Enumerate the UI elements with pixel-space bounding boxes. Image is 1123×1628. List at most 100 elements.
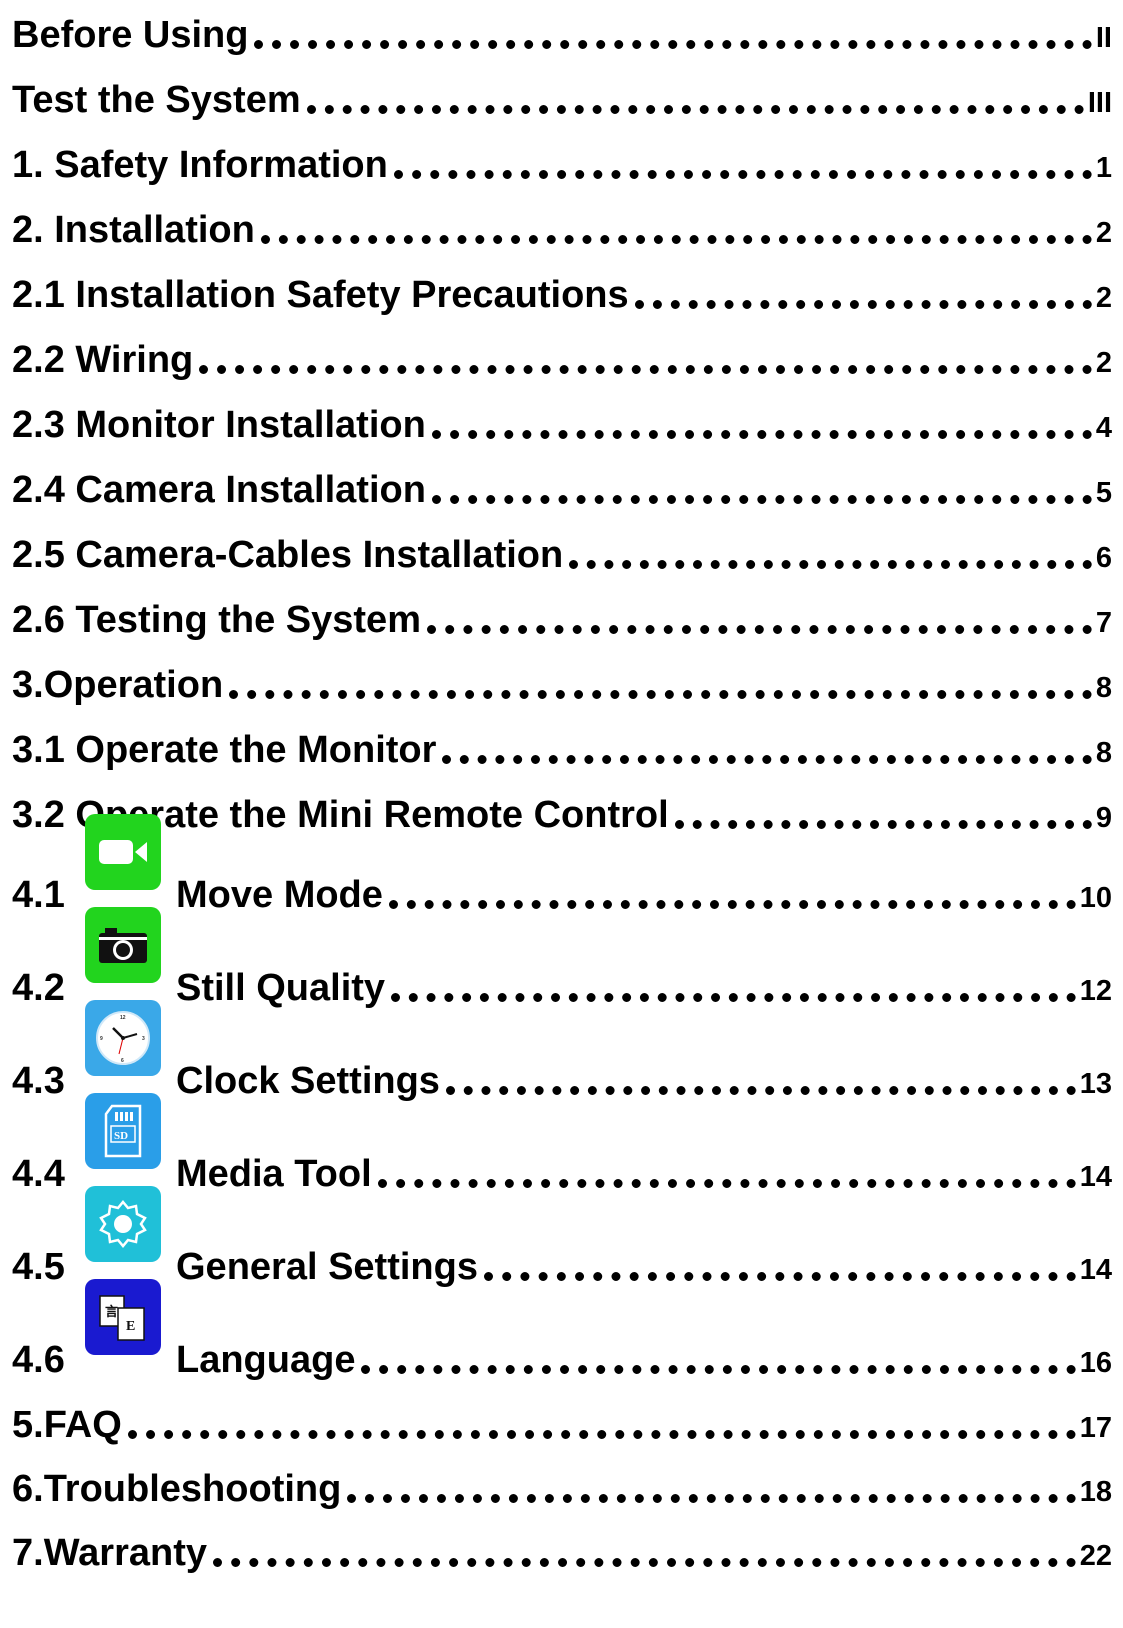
toc-entry-page: III [1087, 87, 1112, 119]
dot-leader [199, 365, 1092, 374]
toc-entry-title: 7.Warranty [12, 1532, 207, 1574]
dot-leader [388, 900, 1076, 909]
photo-camera-icon [85, 907, 161, 983]
clock-icon: 12 3 6 9 [85, 1000, 161, 1076]
dot-leader [426, 625, 1092, 634]
toc-entry-title: Media Tool [176, 1153, 372, 1195]
toc-entry-warranty[interactable]: 7.Warranty 22 [12, 1530, 1112, 1572]
toc-entry-page: 22 [1079, 1540, 1112, 1572]
toc-entry-camera-installation[interactable]: 2.4 Camera Installation 5 [12, 467, 1112, 509]
toc-entry-title: 2.4 Camera Installation [12, 469, 426, 511]
toc-entry-page: 2 [1095, 217, 1112, 249]
dot-leader [260, 235, 1092, 244]
table-of-contents: Before Using II Test the System III 1. S… [0, 0, 1123, 1628]
toc-entry-page: 4 [1095, 412, 1112, 444]
svg-text:SD: SD [114, 1130, 128, 1142]
toc-entry-wiring[interactable]: 2.2 Wiring 2 [12, 337, 1112, 379]
toc-entry-page: 6 [1095, 542, 1112, 574]
dot-leader [391, 993, 1076, 1002]
toc-entry-page: 17 [1079, 1412, 1112, 1444]
dot-leader [674, 820, 1092, 829]
video-camera-icon [85, 814, 161, 890]
toc-entry-page: II [1095, 22, 1112, 54]
toc-entry-title: 3.Operation [12, 664, 224, 706]
toc-entry-safety[interactable]: 1. Safety Information 1 [12, 142, 1112, 184]
dot-leader [254, 40, 1092, 49]
dot-leader [634, 300, 1092, 309]
toc-entry-title: 2.6 Testing the System [12, 599, 421, 641]
toc-entry-page: 7 [1095, 607, 1112, 639]
toc-entry-move-mode[interactable]: 4.1 Move Mode 10 [12, 814, 1112, 916]
toc-entry-before-using[interactable]: Before Using II [12, 12, 1112, 54]
toc-entry-language[interactable]: 4.6 言 E Language 16 [12, 1279, 1112, 1381]
toc-entry-page: 13 [1079, 1068, 1112, 1100]
svg-text:3: 3 [142, 1036, 145, 1042]
toc-entry-monitor-installation[interactable]: 2.3 Monitor Installation 4 [12, 402, 1112, 444]
toc-entry-testing-system[interactable]: 2.6 Testing the System 7 [12, 597, 1112, 639]
dot-leader [127, 1430, 1076, 1439]
toc-entry-page: 18 [1079, 1476, 1112, 1508]
toc-entry-operate-remote[interactable]: 3.2 Operate the Mini Remote Control 9 [12, 792, 1112, 834]
toc-entry-title: 5.FAQ [12, 1404, 122, 1446]
svg-text:言: 言 [105, 1304, 118, 1320]
toc-entry-page: 2 [1095, 282, 1112, 314]
dot-leader [361, 1365, 1076, 1374]
toc-entry-title: 2.2 Wiring [12, 339, 194, 381]
language-icon: 言 E [85, 1279, 161, 1355]
dot-leader [569, 560, 1092, 569]
toc-entry-title: 2. Installation [12, 209, 255, 251]
toc-entry-still-quality[interactable]: 4.2 Still Quality 12 [12, 907, 1112, 1009]
toc-entry-title: 2.1 Installation Safety Precautions [12, 274, 629, 316]
toc-entry-troubleshooting[interactable]: 6.Troubleshooting 18 [12, 1466, 1112, 1508]
toc-entry-general-settings[interactable]: 4.5 General Settings 14 [12, 1186, 1112, 1288]
toc-entry-title: Clock Settings [176, 1060, 440, 1102]
dot-leader [445, 1086, 1076, 1095]
dot-leader [393, 170, 1092, 179]
svg-text:12: 12 [120, 1015, 126, 1021]
toc-entry-page: 9 [1095, 802, 1112, 834]
toc-entry-page: 14 [1079, 1161, 1112, 1193]
toc-entry-faq[interactable]: 5.FAQ 17 [12, 1402, 1112, 1444]
toc-entry-operate-monitor[interactable]: 3.1 Operate the Monitor 8 [12, 727, 1112, 769]
toc-entry-installation[interactable]: 2. Installation 2 [12, 207, 1112, 249]
svg-text:E: E [126, 1319, 135, 1334]
toc-entry-title: Move Mode [176, 874, 383, 916]
dot-leader [431, 495, 1092, 504]
toc-entry-title: Still Quality [176, 967, 386, 1009]
toc-entry-title: 2.5 Camera-Cables Installation [12, 534, 564, 576]
sd-card-icon: SD [85, 1093, 161, 1169]
toc-entry-media-tool[interactable]: 4.4 SD Media Tool 14 [12, 1093, 1112, 1195]
toc-entry-installation-safety[interactable]: 2.1 Installation Safety Precautions 2 [12, 272, 1112, 314]
toc-entry-title: General Settings [176, 1246, 478, 1288]
toc-entry-title: Language [176, 1339, 356, 1381]
dot-leader [306, 105, 1084, 114]
toc-entry-page: 1 [1095, 152, 1112, 184]
toc-entry-page: 16 [1079, 1347, 1112, 1379]
toc-entry-title: Test the System [12, 79, 301, 121]
dot-leader [483, 1272, 1076, 1281]
svg-text:9: 9 [100, 1036, 103, 1042]
toc-entry-title: 6.Troubleshooting [12, 1468, 342, 1510]
dot-leader [229, 690, 1092, 699]
dot-leader [377, 1179, 1076, 1188]
toc-entry-title: 3.1 Operate the Monitor [12, 729, 437, 771]
toc-entry-title: 1. Safety Information [12, 144, 388, 186]
toc-entry-camera-cables[interactable]: 2.5 Camera-Cables Installation 6 [12, 532, 1112, 574]
toc-entry-page: 14 [1079, 1254, 1112, 1286]
dot-leader [213, 1558, 1076, 1567]
dot-leader [442, 755, 1092, 764]
toc-entry-page: 2 [1095, 347, 1112, 379]
svg-text:6: 6 [121, 1058, 124, 1064]
gear-icon [85, 1186, 161, 1262]
dot-leader [347, 1494, 1076, 1503]
toc-entry-operation[interactable]: 3.Operation 8 [12, 662, 1112, 704]
toc-entry-title: 2.3 Monitor Installation [12, 404, 426, 446]
dot-leader [431, 430, 1092, 439]
toc-entry-page: 5 [1095, 477, 1112, 509]
toc-entry-page: 10 [1079, 882, 1112, 914]
toc-entry-page: 8 [1095, 672, 1112, 704]
toc-entry-test-system[interactable]: Test the System III [12, 77, 1112, 119]
toc-entry-clock-settings[interactable]: 4.3 12 3 6 9 Clock Settings 13 [12, 1000, 1112, 1102]
toc-entry-page: 8 [1095, 737, 1112, 769]
toc-entry-page: 12 [1079, 975, 1112, 1007]
